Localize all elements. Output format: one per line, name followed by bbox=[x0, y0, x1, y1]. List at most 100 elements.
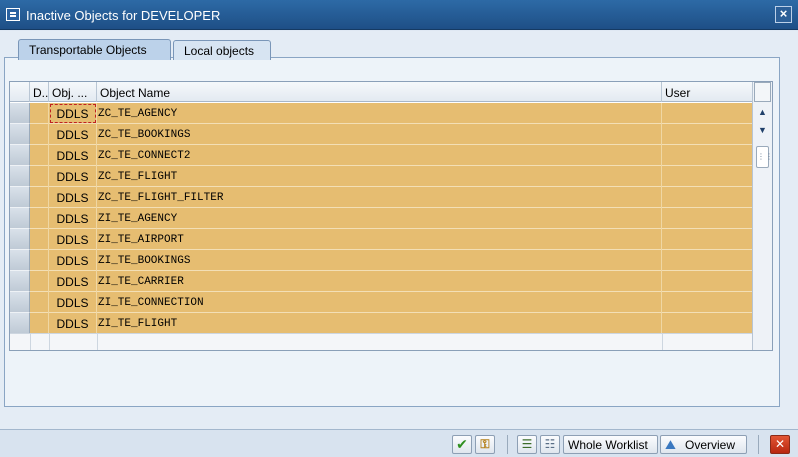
row-cells: DDLS ZC_TE_FLIGHT_FILTER bbox=[30, 187, 752, 208]
vertical-scrollbar[interactable]: ▲ ▼ ⋮⋮ bbox=[752, 82, 773, 350]
column-header-obj-type[interactable]: Obj. ... bbox=[49, 82, 97, 102]
tab-local-objects[interactable]: Local objects bbox=[173, 40, 271, 60]
activate-anyway-icon[interactable]: ⚿ bbox=[475, 435, 495, 454]
row-selector[interactable] bbox=[10, 292, 30, 313]
cell-d bbox=[30, 250, 49, 271]
cell-obj-type[interactable]: DDLS bbox=[49, 145, 97, 166]
row-cells: DDLS ZI_TE_AIRPORT bbox=[30, 229, 752, 250]
whole-worklist-button[interactable]: Whole Worklist bbox=[563, 435, 658, 454]
cell-user[interactable] bbox=[662, 250, 752, 271]
cell-object-name[interactable]: ZC_TE_FLIGHT_FILTER bbox=[97, 187, 662, 208]
cell-object-name[interactable]: ZI_TE_CARRIER bbox=[97, 271, 662, 292]
scrollbar-thumb[interactable]: ⋮⋮ bbox=[756, 146, 773, 168]
select-all-icon[interactable]: ☰ bbox=[517, 435, 537, 454]
table-row[interactable]: DDLS ZC_TE_FLIGHT_FILTER bbox=[10, 187, 752, 208]
cell-d bbox=[30, 145, 49, 166]
cell-obj-type[interactable]: DDLS bbox=[49, 271, 97, 292]
cell-d bbox=[30, 187, 49, 208]
table-row[interactable]: DDLS ZI_TE_AGENCY bbox=[10, 208, 752, 229]
dialog-content: Transportable Objects Local objects D.. … bbox=[0, 31, 798, 457]
table-header: D.. Obj. ... Object Name User bbox=[10, 82, 752, 102]
deselect-all-icon[interactable]: ☷ bbox=[540, 435, 560, 454]
row-selector[interactable] bbox=[10, 124, 30, 145]
cell-user[interactable] bbox=[662, 103, 752, 124]
cell-obj-type[interactable]: DDLS bbox=[49, 313, 97, 334]
cell-user[interactable] bbox=[662, 271, 752, 292]
cell-object-name[interactable]: ZC_TE_CONNECT2 bbox=[97, 145, 662, 166]
table-row[interactable]: DDLS ZC_TE_AGENCY bbox=[10, 103, 752, 124]
row-cells: DDLS ZC_TE_CONNECT2 bbox=[30, 145, 752, 166]
overview-button[interactable]: ⛰ Overview bbox=[660, 435, 747, 454]
cell-object-name[interactable]: ZI_TE_FLIGHT bbox=[97, 313, 662, 334]
cell-object-name[interactable]: ZC_TE_BOOKINGS bbox=[97, 124, 662, 145]
overview-icon: ⛰ bbox=[665, 437, 676, 452]
cancel-icon[interactable]: ✕ bbox=[770, 435, 790, 454]
cell-obj-type[interactable]: DDLS bbox=[49, 103, 97, 124]
column-header-d[interactable]: D.. bbox=[30, 82, 49, 102]
cell-d bbox=[30, 292, 49, 313]
table-row[interactable]: DDLS ZC_TE_CONNECT2 bbox=[10, 145, 752, 166]
cell-object-name[interactable]: ZC_TE_AGENCY bbox=[97, 103, 662, 124]
row-cells: DDLS ZI_TE_FLIGHT bbox=[30, 313, 752, 334]
cell-object-name[interactable]: ZC_TE_FLIGHT bbox=[97, 166, 662, 187]
scroll-down-icon[interactable]: ▼ bbox=[754, 122, 771, 138]
table-row[interactable]: DDLS ZI_TE_AIRPORT bbox=[10, 229, 752, 250]
cell-obj-type[interactable]: DDLS bbox=[49, 124, 97, 145]
row-selector[interactable] bbox=[10, 271, 30, 292]
row-cells: DDLS ZI_TE_AGENCY bbox=[30, 208, 752, 229]
table-row[interactable]: DDLS ZI_TE_BOOKINGS bbox=[10, 250, 752, 271]
cell-d bbox=[30, 271, 49, 292]
cell-object-name[interactable]: ZI_TE_CONNECTION bbox=[97, 292, 662, 313]
cell-object-name[interactable]: ZI_TE_AIRPORT bbox=[97, 229, 662, 250]
check-icon[interactable]: ✔ bbox=[452, 435, 472, 454]
window-icon bbox=[6, 8, 20, 21]
column-config-icon[interactable] bbox=[754, 82, 771, 102]
table-row[interactable]: DDLS ZI_TE_CARRIER bbox=[10, 271, 752, 292]
row-selector[interactable] bbox=[10, 166, 30, 187]
cell-user[interactable] bbox=[662, 124, 752, 145]
cell-obj-type[interactable]: DDLS bbox=[49, 229, 97, 250]
cell-obj-type[interactable]: DDLS bbox=[49, 187, 97, 208]
row-cells: DDLS ZI_TE_CONNECTION bbox=[30, 292, 752, 313]
row-selector[interactable] bbox=[10, 187, 30, 208]
column-header-user[interactable]: User bbox=[662, 82, 752, 102]
row-cells: DDLS ZI_TE_CARRIER bbox=[30, 271, 752, 292]
cell-obj-type[interactable]: DDLS bbox=[49, 292, 97, 313]
table-row[interactable]: DDLS ZI_TE_FLIGHT bbox=[10, 313, 752, 334]
row-selector[interactable] bbox=[10, 103, 30, 124]
scroll-up-icon[interactable]: ▲ bbox=[754, 104, 771, 120]
table-row[interactable]: DDLS ZC_TE_BOOKINGS bbox=[10, 124, 752, 145]
cell-user[interactable] bbox=[662, 313, 752, 334]
cell-obj-type[interactable]: DDLS bbox=[49, 166, 97, 187]
table-row[interactable]: DDLS ZC_TE_FLIGHT bbox=[10, 166, 752, 187]
cell-user[interactable] bbox=[662, 166, 752, 187]
row-selector[interactable] bbox=[10, 313, 30, 334]
window-title: Inactive Objects for DEVELOPER bbox=[26, 8, 221, 23]
row-selector[interactable] bbox=[10, 145, 30, 166]
row-cells: DDLS ZI_TE_BOOKINGS bbox=[30, 250, 752, 271]
row-selector[interactable] bbox=[10, 208, 30, 229]
header-select-all[interactable] bbox=[10, 82, 30, 102]
cell-d bbox=[30, 103, 49, 124]
tab-transportable-objects[interactable]: Transportable Objects bbox=[18, 39, 171, 60]
row-selector[interactable] bbox=[10, 229, 30, 250]
row-cells: DDLS ZC_TE_BOOKINGS bbox=[30, 124, 752, 145]
cell-user[interactable] bbox=[662, 292, 752, 313]
cell-user[interactable] bbox=[662, 229, 752, 250]
close-button[interactable]: × bbox=[775, 6, 792, 23]
toolbar-divider bbox=[758, 435, 759, 454]
table-row[interactable]: DDLS ZI_TE_CONNECTION bbox=[10, 292, 752, 313]
dialog-toolbar: ✔ ⚿ ☰ ☷ Whole Worklist ⛰ Overview ✕ bbox=[0, 430, 798, 457]
cell-obj-type[interactable]: DDLS bbox=[49, 250, 97, 271]
cell-user[interactable] bbox=[662, 145, 752, 166]
cell-d bbox=[30, 208, 49, 229]
cell-obj-type[interactable]: DDLS bbox=[49, 208, 97, 229]
cell-user[interactable] bbox=[662, 187, 752, 208]
cell-d bbox=[30, 124, 49, 145]
cell-d bbox=[30, 166, 49, 187]
column-header-object-name[interactable]: Object Name bbox=[97, 82, 662, 102]
cell-object-name[interactable]: ZI_TE_AGENCY bbox=[97, 208, 662, 229]
cell-user[interactable] bbox=[662, 208, 752, 229]
row-selector[interactable] bbox=[10, 250, 30, 271]
cell-object-name[interactable]: ZI_TE_BOOKINGS bbox=[97, 250, 662, 271]
